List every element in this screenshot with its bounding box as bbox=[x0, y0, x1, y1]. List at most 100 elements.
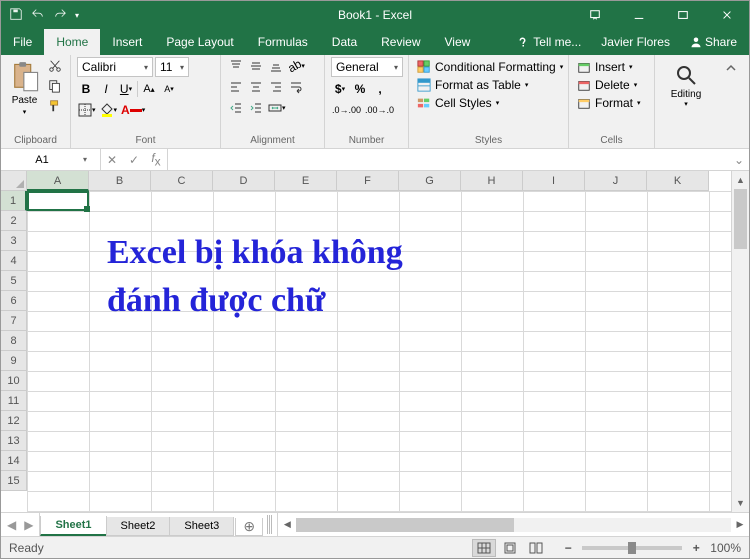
tab-insert[interactable]: Insert bbox=[100, 29, 154, 55]
italic-button[interactable]: I bbox=[97, 80, 115, 98]
row-header[interactable]: 1 bbox=[1, 191, 27, 211]
underline-button[interactable]: U▾ bbox=[117, 80, 135, 98]
ribbon-options-button[interactable] bbox=[573, 1, 617, 29]
find-select-button[interactable]: Editing▾ bbox=[661, 57, 711, 108]
align-top-button[interactable] bbox=[227, 57, 245, 75]
wrap-text-button[interactable] bbox=[287, 78, 305, 96]
font-name-combo[interactable]: Calibri▾ bbox=[77, 57, 153, 77]
row-header[interactable]: 8 bbox=[1, 331, 27, 351]
decrease-indent-button[interactable] bbox=[227, 99, 245, 117]
tab-review[interactable]: Review bbox=[369, 29, 432, 55]
tab-page-layout[interactable]: Page Layout bbox=[154, 29, 245, 55]
qat-customize-icon[interactable]: ▾ bbox=[75, 11, 79, 20]
scroll-down-button[interactable]: ▼ bbox=[732, 494, 749, 512]
align-right-button[interactable] bbox=[267, 78, 285, 96]
row-header[interactable]: 11 bbox=[1, 391, 27, 411]
horizontal-scroll-thumb[interactable] bbox=[296, 518, 513, 532]
column-header[interactable]: C bbox=[151, 171, 213, 191]
redo-icon[interactable] bbox=[53, 7, 67, 24]
cut-button[interactable] bbox=[46, 57, 64, 75]
collapse-ribbon-button[interactable] bbox=[717, 55, 745, 148]
column-header[interactable]: G bbox=[399, 171, 461, 191]
undo-icon[interactable] bbox=[31, 7, 45, 24]
horizontal-scrollbar[interactable]: ◀ ▶ bbox=[277, 513, 749, 536]
delete-cells-button[interactable]: Delete▾ bbox=[575, 77, 639, 93]
column-header[interactable]: F bbox=[337, 171, 399, 191]
enter-formula-button[interactable]: ✓ bbox=[123, 153, 145, 167]
vertical-scrollbar[interactable]: ▲ ▼ bbox=[731, 171, 749, 512]
column-header[interactable]: B bbox=[89, 171, 151, 191]
zoom-level[interactable]: 100% bbox=[710, 541, 741, 555]
column-header[interactable]: A bbox=[27, 171, 89, 191]
insert-function-button[interactable]: fx bbox=[145, 151, 167, 168]
decrease-decimal-button[interactable]: .00→.0 bbox=[364, 101, 395, 119]
select-all-corner[interactable] bbox=[1, 171, 27, 191]
zoom-in-button[interactable]: + bbox=[688, 541, 704, 555]
cell-styles-button[interactable]: Cell Styles▾ bbox=[415, 95, 501, 111]
new-sheet-button[interactable]: ⊕ bbox=[235, 518, 263, 536]
row-header[interactable]: 4 bbox=[1, 251, 27, 271]
tell-me-button[interactable]: Tell me... bbox=[510, 35, 589, 49]
comma-format-button[interactable]: , bbox=[371, 80, 389, 98]
normal-view-button[interactable] bbox=[472, 539, 496, 557]
formula-input[interactable] bbox=[168, 149, 729, 170]
close-button[interactable] bbox=[705, 1, 749, 29]
format-as-table-button[interactable]: Format as Table▾ bbox=[415, 77, 530, 93]
row-header[interactable]: 14 bbox=[1, 451, 27, 471]
orientation-button[interactable]: ab▾ bbox=[287, 57, 306, 75]
align-middle-button[interactable] bbox=[247, 57, 265, 75]
row-header[interactable]: 9 bbox=[1, 351, 27, 371]
tab-formulas[interactable]: Formulas bbox=[246, 29, 320, 55]
align-center-button[interactable] bbox=[247, 78, 265, 96]
row-header[interactable]: 15 bbox=[1, 471, 27, 491]
font-color-button[interactable]: A▾ bbox=[120, 101, 146, 119]
tab-home[interactable]: Home bbox=[44, 29, 100, 55]
row-header[interactable]: 12 bbox=[1, 411, 27, 431]
decrease-font-button[interactable]: A▾ bbox=[160, 80, 178, 98]
align-left-button[interactable] bbox=[227, 78, 245, 96]
format-painter-button[interactable] bbox=[46, 97, 64, 115]
column-header[interactable]: E bbox=[275, 171, 337, 191]
conditional-formatting-button[interactable]: Conditional Formatting▾ bbox=[415, 59, 565, 75]
font-size-combo[interactable]: 11▾ bbox=[155, 57, 189, 77]
save-icon[interactable] bbox=[9, 7, 23, 24]
page-break-view-button[interactable] bbox=[524, 539, 548, 557]
row-header[interactable]: 2 bbox=[1, 211, 27, 231]
format-cells-button[interactable]: Format▾ bbox=[575, 95, 643, 111]
row-header[interactable]: 3 bbox=[1, 231, 27, 251]
increase-indent-button[interactable] bbox=[247, 99, 265, 117]
sheet-tab-1[interactable]: Sheet1 bbox=[40, 516, 106, 536]
zoom-out-button[interactable]: − bbox=[560, 541, 576, 555]
bold-button[interactable]: B bbox=[77, 80, 95, 98]
cancel-formula-button[interactable]: ✕ bbox=[101, 153, 123, 167]
sheet-tab-2[interactable]: Sheet2 bbox=[106, 517, 171, 536]
row-header[interactable]: 7 bbox=[1, 311, 27, 331]
tab-split-handle[interactable] bbox=[267, 515, 273, 534]
zoom-slider-handle[interactable] bbox=[628, 542, 636, 554]
name-box-input[interactable] bbox=[1, 154, 77, 166]
tab-file[interactable]: File bbox=[1, 29, 44, 55]
align-bottom-button[interactable] bbox=[267, 57, 285, 75]
column-header[interactable]: H bbox=[461, 171, 523, 191]
expand-formula-bar-button[interactable]: ⌄ bbox=[729, 149, 749, 170]
sheet-tab-3[interactable]: Sheet3 bbox=[169, 517, 234, 536]
number-format-combo[interactable]: General▾ bbox=[331, 57, 403, 77]
name-box-dropdown[interactable]: ▾ bbox=[77, 155, 93, 164]
copy-button[interactable] bbox=[46, 77, 64, 95]
share-button[interactable]: Share bbox=[682, 35, 745, 49]
fill-color-button[interactable]: ▾ bbox=[99, 101, 119, 119]
user-account[interactable]: Javier Flores bbox=[593, 35, 678, 49]
vertical-scroll-thumb[interactable] bbox=[734, 189, 747, 249]
row-header[interactable]: 10 bbox=[1, 371, 27, 391]
tab-nav-buttons[interactable]: ◀▶ bbox=[1, 513, 40, 536]
percent-format-button[interactable]: % bbox=[351, 80, 369, 98]
row-header[interactable]: 13 bbox=[1, 431, 27, 451]
column-header[interactable]: J bbox=[585, 171, 647, 191]
accounting-format-button[interactable]: $▾ bbox=[331, 80, 349, 98]
minimize-button[interactable] bbox=[617, 1, 661, 29]
borders-button[interactable]: ▾ bbox=[77, 101, 97, 119]
increase-font-button[interactable]: A▴ bbox=[140, 80, 158, 98]
cell-grid[interactable]: Excel bị khóa không đánh được chữ bbox=[27, 191, 731, 512]
zoom-slider[interactable] bbox=[582, 546, 682, 550]
column-header[interactable]: D bbox=[213, 171, 275, 191]
